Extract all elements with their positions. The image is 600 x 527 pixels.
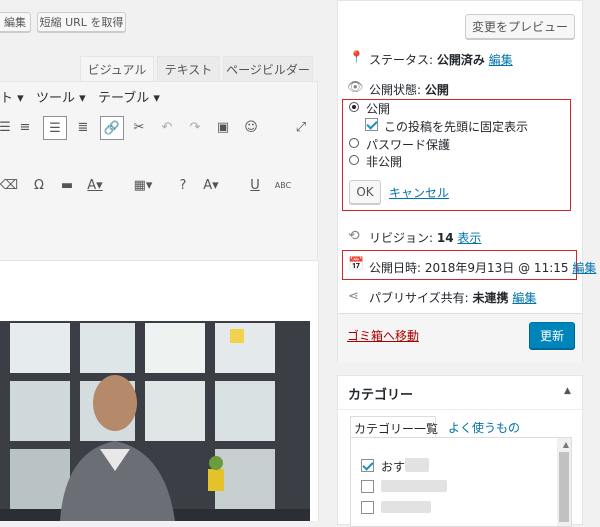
visibility-row: 公開状態: 公開 (369, 81, 449, 98)
revisions-row: リビジョン: 14 表示 (369, 229, 481, 246)
eye-icon: 👁 (347, 80, 364, 95)
edit-slug-button[interactable]: 編集 (0, 12, 31, 32)
horizontal-line-icon[interactable]: ▬ (56, 174, 78, 196)
add-media-icon[interactable]: ▣ (212, 116, 234, 138)
visibility-label: 公開状態: (369, 83, 422, 97)
tab-popular-categories[interactable]: よく使うもの (448, 419, 520, 436)
special-character-icon[interactable]: Ω (28, 174, 50, 196)
editor-content[interactable] (0, 261, 319, 521)
category-checkbox[interactable] (361, 480, 374, 493)
visibility-cancel-link[interactable]: キャンセル (389, 184, 449, 201)
clear-formatting-icon[interactable]: ⌫ (0, 174, 20, 196)
category-title-divider (338, 409, 582, 410)
blurred-category-label (381, 501, 431, 513)
category-checkbox-recommended[interactable] (361, 459, 374, 472)
align-center-icon[interactable]: ≡ (14, 116, 36, 138)
pin-icon: 📍 (349, 50, 364, 64)
update-button[interactable]: 更新 (529, 322, 575, 349)
help-icon[interactable]: ? (172, 174, 194, 196)
sticky-checkbox-label: この投稿を先頭に固定表示 (384, 120, 529, 134)
undo-icon[interactable]: ↶ (156, 116, 178, 138)
justify-icon[interactable]: ≣ (72, 116, 94, 138)
menu-format[interactable]: ト ▾ (0, 87, 24, 106)
text-color-icon[interactable]: A▾ (84, 174, 106, 196)
menu-tools[interactable]: ツール ▾ (36, 87, 86, 106)
tab-page-builder[interactable]: ページビルダー (223, 56, 313, 82)
publish-date-text: 公開日時: 2018年9月13日 @ 11:15 (369, 261, 569, 275)
tab-all-categories[interactable]: カテゴリー一覧 (350, 416, 439, 438)
table-icon[interactable]: ▦▾ (132, 174, 154, 196)
publish-date-row: 公開日時: 2018年9月13日 @ 11:15 編集 (369, 259, 596, 276)
tab-visual[interactable]: ビジュアル (80, 56, 154, 82)
blurred-category-label (405, 458, 429, 472)
share-icon: ⋖ (348, 289, 359, 304)
blurred-category-label (381, 480, 447, 492)
radio-public[interactable] (349, 102, 359, 112)
background-color-icon[interactable]: A▾ (200, 174, 222, 196)
visibility-ok-button[interactable]: OK (349, 180, 381, 204)
visibility-value: 公開 (424, 83, 449, 97)
tab-all-categories-label: カテゴリー一覧 (354, 422, 439, 436)
calendar-icon: 📅 (348, 257, 365, 272)
radio-password-label: パスワード保護 (366, 138, 451, 152)
fullscreen-icon[interactable]: ⤢ (290, 116, 312, 138)
revisions-count: 14 (436, 231, 454, 245)
publish-box: 変更をプレビュー 📍 ステータス: 公開済み 編集 👁 公開状態: 公開 公開 … (337, 0, 596, 362)
move-to-trash-link[interactable]: ゴミ箱へ移動 (347, 327, 419, 344)
menu-table[interactable]: テーブル ▾ (98, 87, 160, 106)
strikethrough-icon[interactable]: ABC (272, 174, 294, 196)
radio-private-label: 非公開 (366, 155, 403, 169)
status-value: 公開済み (436, 53, 485, 67)
category-checkbox[interactable] (361, 501, 374, 514)
tab-text[interactable]: テキスト (157, 56, 220, 82)
scroll-up-icon[interactable]: ▲ (563, 440, 569, 449)
underline-icon[interactable]: U (244, 174, 266, 196)
revisions-view-link[interactable]: 表示 (457, 231, 481, 245)
category-list: ▲ おすすめ (350, 437, 572, 527)
editor-toolbar (0, 81, 318, 261)
post-image (0, 321, 310, 521)
revisions-label: リビジョン: (369, 231, 434, 245)
preview-changes-button[interactable]: 変更をプレビュー (465, 14, 575, 39)
post-editor: 編集 短縮 URL を取得 ビジュアル テキスト ページビルダー ト ▾ ツール… (0, 0, 322, 521)
get-shortlink-button[interactable]: 短縮 URL を取得 (37, 12, 126, 32)
status-edit-link[interactable]: 編集 (489, 53, 513, 67)
publish-date-edit-link[interactable]: 編集 (572, 261, 596, 275)
status-label: ステータス: (369, 53, 434, 67)
category-box: カテゴリー ▲ カテゴリー一覧 よく使うもの ▲ おすすめ (337, 375, 583, 527)
publicize-value: 未連携 (472, 291, 509, 305)
redo-icon[interactable]: ↷ (184, 116, 206, 138)
sticky-checkbox[interactable] (365, 118, 378, 131)
emoji-icon[interactable]: ☺ (240, 116, 262, 138)
status-row: ステータス: 公開済み 編集 (369, 51, 513, 68)
unlink-icon[interactable]: ✂ (128, 116, 150, 138)
category-title: カテゴリー (348, 388, 414, 403)
radio-public-label: 公開 (366, 102, 391, 116)
publicize-edit-link[interactable]: 編集 (512, 291, 536, 305)
radio-private[interactable] (349, 155, 359, 165)
radio-password[interactable] (349, 138, 359, 148)
align-right-icon[interactable]: ☰ (43, 116, 67, 140)
scrollbar-thumb[interactable] (559, 452, 569, 522)
publicize-label: パブリサイズ共有: (369, 291, 469, 305)
collapse-arrow-icon[interactable]: ▲ (564, 386, 571, 396)
revisions-icon: ⟲ (348, 228, 360, 244)
insert-link-icon[interactable]: 🔗 (100, 116, 124, 140)
publicize-row: パブリサイズ共有: 未連携 編集 (369, 289, 536, 306)
